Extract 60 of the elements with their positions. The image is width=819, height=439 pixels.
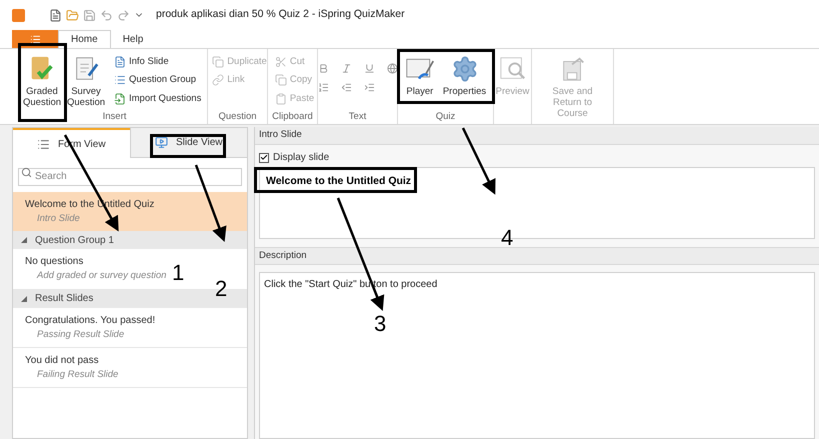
import-icon <box>114 92 126 105</box>
folder-icon[interactable] <box>66 8 79 22</box>
clipboard-icon <box>274 92 287 105</box>
slide-item[interactable]: Congratulations. You passed! Passing Result Slide <box>13 308 247 348</box>
checkbox-label: Display slide <box>273 151 330 165</box>
scissors-icon <box>274 56 287 68</box>
app-icon <box>12 8 25 22</box>
annotation-number: 1 <box>172 262 184 284</box>
slide-subtitle: Add graded or survey question <box>36 269 166 284</box>
group-title: Result Slides <box>35 292 94 306</box>
document-icon <box>114 56 126 68</box>
slide-subtitle: Passing Result Slide <box>36 328 124 342</box>
expand-triangle-icon[interactable] <box>21 296 27 302</box>
list-icon <box>36 138 50 150</box>
expand-triangle-icon[interactable] <box>21 237 27 244</box>
section-header: Intro Slide <box>255 127 819 145</box>
group-header[interactable]: Question Group 1 <box>13 231 247 250</box>
group-label: Text <box>348 111 366 122</box>
outdent-icon[interactable] <box>340 82 352 93</box>
undo-icon[interactable] <box>100 8 113 22</box>
bold-icon[interactable] <box>318 63 328 74</box>
settings-icon <box>450 55 478 83</box>
indent-icon[interactable] <box>364 82 374 93</box>
ribbon-button[interactable]: Info Slide <box>114 55 202 70</box>
annotation-number: 3 <box>374 313 386 335</box>
redo-icon[interactable] <box>117 8 130 22</box>
link-icon <box>212 74 224 86</box>
slide-subtitle: Failing Result Slide <box>36 368 118 382</box>
section-header: Description <box>255 247 819 265</box>
search-icon <box>21 167 32 178</box>
ribbon-tab[interactable]: Help <box>110 30 156 48</box>
list-icon[interactable] <box>318 82 328 93</box>
group-label: Question <box>218 111 257 122</box>
group-label: Quiz <box>436 111 456 122</box>
duplicate-icon <box>212 56 224 68</box>
hyperlink-icon[interactable] <box>386 63 398 74</box>
slide-icon <box>154 136 168 149</box>
save-icon[interactable] <box>83 8 96 22</box>
ribbon-button[interactable]: Question Group <box>114 73 202 88</box>
slide-subtitle: Intro Slide <box>36 212 80 226</box>
ribbon-tab[interactable]: Home <box>58 30 111 48</box>
slide-title: You did not pass <box>25 354 99 368</box>
slide-title: Congratulations. You passed! <box>25 314 156 328</box>
italic-icon[interactable] <box>340 63 352 74</box>
slide-title: No questions <box>25 255 84 270</box>
new-file-icon[interactable] <box>49 8 62 22</box>
checkbox[interactable] <box>259 152 269 162</box>
group-label: Insert <box>102 111 126 122</box>
ribbon-button[interactable]: Player <box>402 55 437 97</box>
ribbon-button[interactable]: Properties <box>440 55 488 97</box>
annotation-arrow <box>462 127 496 195</box>
ribbon-button[interactable]: Graded Question <box>22 55 62 108</box>
window-title: produk aplikasi dian 50 % Quiz 2 - iSpring QuizMaker <box>156 7 405 22</box>
search-field[interactable]: Search <box>18 168 242 186</box>
group-label: Clipboard <box>272 111 313 122</box>
ribbon-button[interactable]: Import Questions <box>114 92 202 106</box>
ribbon-button[interactable]: Survey Question <box>66 55 106 108</box>
group-title: Question Group 1 <box>35 234 114 248</box>
copy-icon <box>274 74 287 86</box>
underline-icon[interactable] <box>364 63 374 74</box>
